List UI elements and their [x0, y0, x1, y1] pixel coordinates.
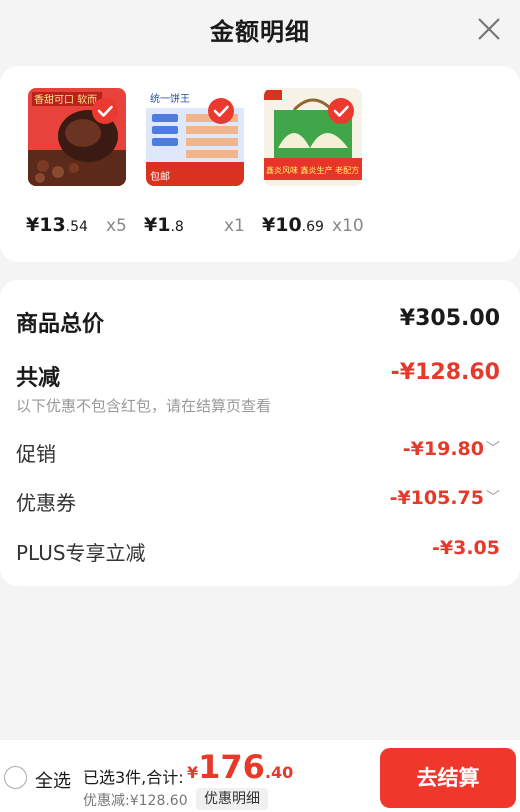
product-image-text: 香甜可口 软而	[34, 93, 97, 106]
total-reduction-value: -¥128.60	[390, 360, 500, 385]
discount-text: 优惠减:¥128.60	[83, 793, 188, 809]
selected-count-text: 已选3件,合计:	[83, 768, 184, 787]
promo-label: 促销	[16, 442, 56, 466]
product-quantity: x10	[332, 216, 364, 236]
check-icon	[97, 105, 113, 117]
product-price: ¥10.69	[262, 214, 324, 236]
product-quantity: x1	[224, 216, 245, 236]
coupon-value: -¥105.75	[389, 487, 484, 509]
product-price: ¥13.54	[26, 214, 88, 236]
close-icon	[478, 18, 500, 40]
selected-check[interactable]	[328, 98, 354, 124]
total-reduction-label: 共减	[16, 366, 61, 391]
check-icon	[213, 105, 229, 117]
product-image-text: 统一饼王	[150, 92, 190, 105]
bottom-checkout-bar: 全选 已选3件,合计: ¥176.40 优惠减:¥128.60 优惠明细 去结算	[0, 740, 520, 812]
select-all-radio-icon[interactable]	[4, 766, 27, 789]
products-card: 香甜可口 软而 ¥13.54 x5 统一饼王 包邮 ¥1.8 x1 鑫炎风味 鑫…	[0, 66, 520, 262]
promo-value-group[interactable]: -¥19.80 ﹀	[403, 438, 500, 460]
selected-check[interactable]	[208, 98, 234, 124]
promo-value: -¥19.80	[402, 438, 484, 460]
coupon-label: 优惠券	[16, 491, 76, 515]
selected-check[interactable]	[92, 98, 118, 124]
product-price: ¥1.8	[144, 214, 184, 236]
close-button[interactable]	[474, 14, 504, 44]
header: 金额明细	[0, 0, 520, 58]
total-price-label: 商品总价	[16, 312, 105, 337]
page-title: 金额明细	[210, 18, 310, 46]
select-all-label[interactable]: 全选	[35, 767, 71, 793]
product-image-text: 包邮	[150, 170, 170, 183]
product-image-text: 鑫炎风味 鑫炎生产 老配方 老味道	[266, 165, 362, 175]
price-summary-card: 商品总价 ¥305.00 共减 -¥128.60 以下优惠不包含红包，请在结算页…	[0, 280, 520, 586]
checkout-button[interactable]: 去结算	[380, 748, 516, 808]
plus-label: PLUS专享立减	[16, 541, 146, 565]
coupon-value-group[interactable]: -¥105.75 ﹀	[390, 487, 500, 509]
total-price-value: ¥305.00	[399, 306, 500, 331]
product-quantity: x5	[106, 216, 127, 236]
discount-detail-button[interactable]: 优惠明细	[196, 788, 268, 810]
check-icon	[333, 105, 349, 117]
plus-value: -¥3.05	[432, 537, 500, 559]
chevron-down-icon[interactable]: ﹀	[486, 487, 500, 507]
reduction-note: 以下优惠不包含红包，请在结算页查看	[16, 397, 272, 415]
chevron-down-icon[interactable]: ﹀	[486, 438, 500, 458]
checkout-total: ¥176.40	[187, 748, 294, 786]
